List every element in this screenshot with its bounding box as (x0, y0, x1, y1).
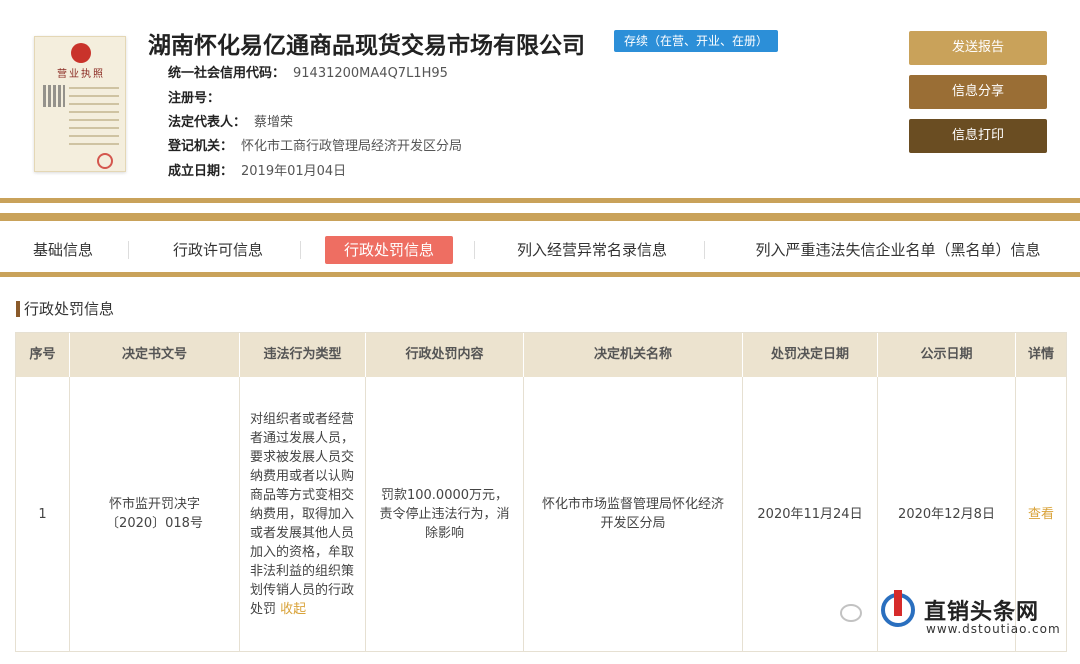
view-detail-link[interactable]: 查看 (1028, 505, 1054, 524)
tab-admin-license[interactable]: 行政许可信息 (160, 236, 276, 264)
company-name: 湖南怀化易亿通商品现货交易市场有限公司 (148, 33, 585, 59)
establishment-date-field: 成立日期： 2019年01月04日 (168, 160, 346, 179)
tab-separator (474, 241, 475, 259)
cell-text: 1 (38, 506, 47, 522)
cell-doc-no: 怀市监开罚决字〔2020〕018号 (70, 377, 240, 651)
tab-basic-info[interactable]: 基础信息 (18, 236, 108, 264)
column-header: 决定书文号 (70, 333, 240, 377)
tab-separator (704, 241, 705, 259)
credit-code-field: 统一社会信用代码： 91431200MA4Q7L1H95 (168, 62, 448, 81)
column-header: 序号 (16, 333, 70, 377)
collapse-link[interactable]: 收起 (280, 602, 306, 617)
field-value: 91431200MA4Q7L1H95 (293, 66, 448, 81)
field-label: 注册号： (168, 91, 221, 106)
seal-icon (97, 153, 113, 169)
status-badge: 存续（在营、开业、在册） (614, 30, 779, 52)
field-value: 怀化市工商行政管理局经济开发区分局 (241, 139, 463, 154)
license-title: 营业执照 (57, 69, 105, 80)
column-header: 处罚决定日期 (743, 333, 878, 377)
cell-authority: 怀化市市场监督管理局怀化经济开发区分局 (524, 377, 743, 651)
send-report-button[interactable]: 发送报告 (909, 31, 1047, 65)
column-header: 违法行为类型 (240, 333, 366, 377)
watermark: 直销头条网 www.dstoutiao.com (832, 582, 1072, 652)
section-title: 行政处罚信息 (16, 300, 114, 318)
tab-blacklist[interactable]: 列入严重违法失信企业名单（黑名单）信息 (742, 236, 1054, 264)
watermark-url: www.dstoutiao.com (926, 622, 1061, 636)
cell-violation: 对组织者或者经营者通过发展人员，要求被发展人员交纳费用或者以认购商品等方式变相交… (240, 377, 366, 651)
tab-bar: 基础信息 行政许可信息 行政处罚信息 列入经营异常名录信息 列入严重违法失信企业… (0, 228, 1080, 272)
share-info-button[interactable]: 信息分享 (909, 75, 1047, 109)
field-value: 2019年01月04日 (241, 164, 347, 179)
registration-authority-field: 登记机关： 怀化市工商行政管理局经济开发区分局 (168, 135, 462, 154)
cell-text: 怀市监开罚决字〔2020〕018号 (106, 497, 203, 531)
cell-text: 罚款100.0000万元，责令停止违法行为，消除影响 (379, 487, 510, 541)
legal-representative-field: 法定代表人： 蔡增荣 (168, 111, 293, 130)
column-header: 公示日期 (878, 333, 1016, 377)
cell-text: 2020年11月24日 (757, 506, 863, 522)
cell-text: 2020年12月8日 (898, 506, 995, 522)
cell-text: 怀化市市场监督管理局怀化经济开发区分局 (541, 497, 724, 531)
cell-penalty: 罚款100.0000万元，责令停止违法行为，消除影响 (366, 377, 524, 651)
column-header: 决定机关名称 (524, 333, 743, 377)
field-label: 成立日期： (168, 164, 234, 179)
company-header: 营业执照 湖南怀化易亿通商品现货交易市场有限公司 存续（在营、开业、在册） 统一… (0, 0, 1080, 200)
tab-separator (128, 241, 129, 259)
site-logo-icon (881, 590, 915, 627)
registration-number-field: 注册号： (168, 87, 228, 106)
cell-text: 对组织者或者经营者通过发展人员，要求被发展人员交纳费用或者以认购商品等方式变相交… (250, 411, 355, 617)
tab-admin-penalty[interactable]: 行政处罚信息 (325, 236, 453, 264)
field-label: 统一社会信用代码： (168, 66, 286, 81)
column-header: 行政处罚内容 (366, 333, 524, 377)
column-header: 详情 (1027, 347, 1054, 362)
field-label: 法定代表人： (168, 115, 247, 130)
tab-separator (300, 241, 301, 259)
wechat-icon (840, 604, 862, 622)
tab-abnormal-operation[interactable]: 列入经营异常名录信息 (500, 236, 684, 264)
divider (0, 213, 1080, 221)
divider (0, 198, 1080, 203)
print-info-button[interactable]: 信息打印 (909, 119, 1047, 153)
license-text-lines (69, 87, 119, 151)
cell-index: 1 (16, 377, 70, 651)
table-header: 序号 决定书文号 违法行为类型 行政处罚内容 决定机关名称 处罚决定日期 公示日… (16, 333, 1066, 377)
field-label: 登记机关： (168, 139, 234, 154)
field-value: 蔡增荣 (254, 115, 294, 130)
business-license-image[interactable]: 营业执照 (34, 36, 126, 172)
divider (0, 272, 1080, 277)
qr-code-icon (43, 85, 65, 107)
national-emblem-icon (71, 43, 91, 63)
